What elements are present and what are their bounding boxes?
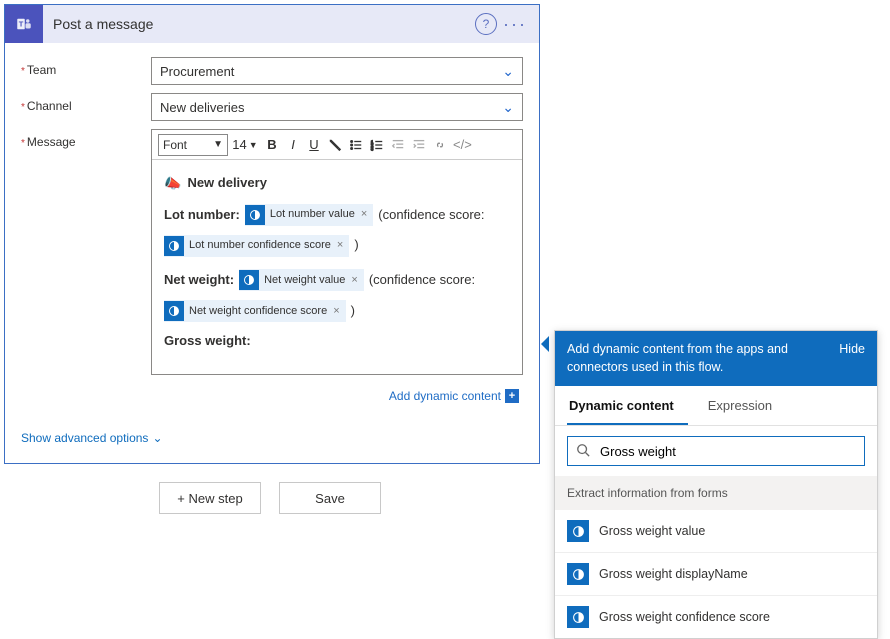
panel-tabs: Dynamic content Expression [555,386,877,426]
form-body: *Team Procurement ⌄ *Channel New deliver… [5,43,539,417]
row-gross: Gross weight: [164,329,510,354]
panel-pointer [541,336,549,352]
panel-search-wrap [555,426,877,476]
row-team: *Team Procurement ⌄ [21,57,523,85]
token-lot-value[interactable]: Lot number value × [245,204,373,226]
close-paren: ) [354,233,358,258]
help-icon[interactable]: ? [475,13,497,35]
token-net-conf[interactable]: Net weight confidence score × [164,300,346,322]
token-remove[interactable]: × [331,235,349,256]
bottom-actions: + New step Save [0,482,536,514]
message-heading: 📣 New delivery [164,170,510,197]
chevron-down-icon: ⌄ [502,99,514,116]
megaphone-icon: 📣 [164,170,181,197]
ai-builder-icon [245,205,265,225]
chevron-down-icon: ⌄ [502,63,514,80]
editor-body[interactable]: 📣 New delivery Lot number: Lot number va… [152,160,522,374]
font-size-select[interactable]: 14 ▼ [229,134,261,156]
search-input[interactable] [598,443,856,460]
row-lot: Lot number: Lot number value × (confiden… [164,203,510,228]
dynamic-item-label: Gross weight confidence score [599,610,770,624]
select-channel[interactable]: New deliveries ⌄ [151,93,523,121]
bullet-list-button[interactable] [346,134,366,156]
token-remove[interactable]: × [355,204,373,225]
panel-search[interactable] [567,436,865,466]
card-title: Post a message [43,16,475,32]
add-dynamic-content-link[interactable]: Add dynamic content + [21,383,523,407]
panel-header: Add dynamic content from the apps and co… [555,331,877,386]
row-net: Net weight: Net weight value × (confiden… [164,268,510,293]
close-paren-2: ) [351,299,355,324]
label-team: *Team [21,57,151,77]
card-header: T Post a message ? ··· [5,5,539,43]
new-step-button[interactable]: + New step [159,482,261,514]
svg-text:T: T [19,19,24,28]
number-list-button[interactable]: 123 [367,134,387,156]
dynamic-item-gross-confidence[interactable]: Gross weight confidence score [555,596,877,638]
panel-header-text: Add dynamic content from the apps and co… [567,341,839,376]
panel-section-header: Extract information from forms [555,476,877,510]
ai-builder-icon [567,563,589,585]
show-advanced-options[interactable]: Show advanced options ⌄ [5,417,539,463]
rich-editor: Font▼ 14 ▼ B I U 123 </> 📣 New [151,129,523,375]
conf-open-2: (confidence score: [369,268,475,293]
dynamic-item-gross-displayname[interactable]: Gross weight displayName [555,553,877,596]
row-channel: *Channel New deliveries ⌄ [21,93,523,121]
net-label: Net weight: [164,268,234,293]
action-card: T Post a message ? ··· *Team Procurement… [4,4,540,464]
indent-button[interactable] [409,134,429,156]
ai-builder-icon [164,236,184,256]
search-icon [576,443,590,460]
dynamic-item-label: Gross weight value [599,524,705,538]
ai-builder-icon [567,606,589,628]
add-dynamic-badge: + [505,389,519,403]
row-message: *Message Font▼ 14 ▼ B I U 123 </> [21,129,523,375]
editor-toolbar: Font▼ 14 ▼ B I U 123 </> [152,130,522,160]
font-select[interactable]: Font▼ [158,134,228,156]
token-remove[interactable]: × [327,301,345,322]
token-lot-conf[interactable]: Lot number confidence score × [164,235,349,257]
link-button[interactable] [430,134,450,156]
conf-open: (confidence score: [378,203,484,228]
token-net-value[interactable]: Net weight value × [239,269,364,291]
token-remove[interactable]: × [345,270,363,291]
tab-dynamic-content[interactable]: Dynamic content [567,386,688,425]
tab-expression[interactable]: Expression [706,386,786,425]
bold-button[interactable]: B [262,134,282,156]
select-team-value: Procurement [160,64,234,79]
more-icon[interactable]: ··· [503,14,527,35]
svg-text:3: 3 [371,146,374,151]
ai-builder-icon [239,270,259,290]
row-net-conf: Net weight confidence score × ) [164,299,510,324]
dynamic-content-panel: Add dynamic content from the apps and co… [554,330,878,639]
lot-label: Lot number: [164,203,240,228]
ai-builder-icon [567,520,589,542]
underline-button[interactable]: U [304,134,324,156]
label-message: *Message [21,129,151,149]
font-color-button[interactable] [325,134,345,156]
ai-builder-icon [164,301,184,321]
dynamic-item-gross-value[interactable]: Gross weight value [555,510,877,553]
save-button[interactable]: Save [279,482,381,514]
hide-panel-link[interactable]: Hide [839,341,865,376]
dynamic-item-label: Gross weight displayName [599,567,748,581]
select-channel-value: New deliveries [160,100,245,115]
outdent-button[interactable] [388,134,408,156]
label-channel: *Channel [21,93,151,113]
chevron-down-icon: ⌄ [152,431,162,445]
select-team[interactable]: Procurement ⌄ [151,57,523,85]
code-view-button[interactable]: </> [451,134,474,156]
italic-button[interactable]: I [283,134,303,156]
gross-label: Gross weight: [164,329,251,354]
row-lot-conf: Lot number confidence score × ) [164,233,510,258]
teams-icon: T [5,5,43,43]
